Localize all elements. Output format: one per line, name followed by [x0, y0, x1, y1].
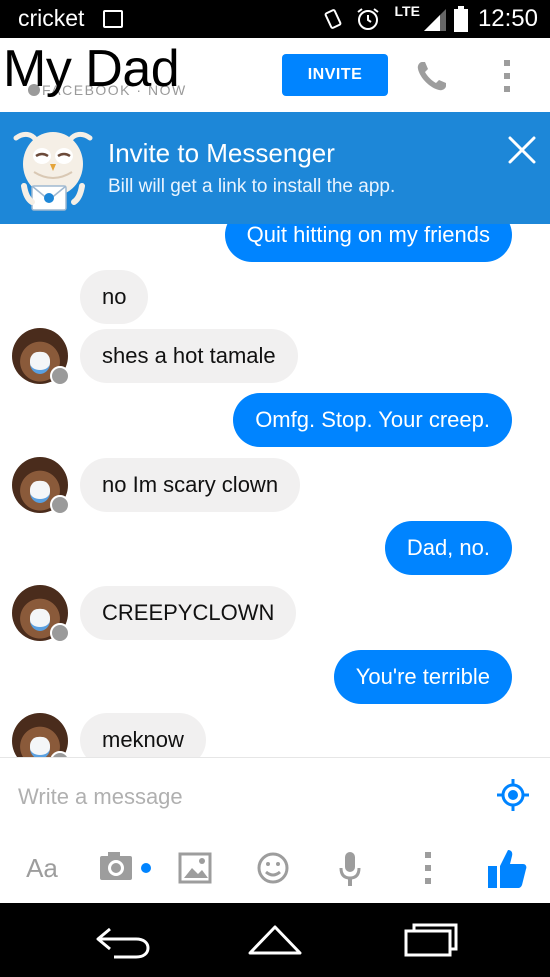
owl-mascot-icon [13, 131, 93, 211]
more-vertical-icon[interactable] [420, 844, 436, 892]
facebook-badge-icon [50, 495, 70, 515]
avatar-face [30, 609, 50, 631]
avatar-face [30, 481, 50, 503]
camera-icon[interactable] [98, 844, 156, 892]
contact-avatar[interactable] [12, 328, 70, 386]
recents-icon[interactable] [396, 917, 466, 963]
location-icon[interactable] [496, 778, 530, 812]
banner-title: Invite to Messenger [108, 138, 335, 168]
status-icons: LTE 12:50 [311, 3, 538, 34]
conversation-header: FACEBOOK · NOW My Dad INVITE [0, 38, 550, 112]
photo-notification-icon [103, 10, 123, 28]
avatar-face [30, 352, 50, 374]
message-bubble-outgoing[interactable]: Omfg. Stop. Your creep. [233, 393, 512, 447]
message-bubble-outgoing[interactable]: Quit hitting on my friends [224, 224, 512, 262]
gallery-icon[interactable] [178, 844, 212, 892]
contact-avatar[interactable] [12, 713, 70, 757]
invite-banner[interactable]: Invite to Messenger Bill will get a link… [0, 112, 550, 224]
invite-button[interactable]: INVITE [282, 54, 388, 96]
message-composer: Aa [0, 757, 550, 903]
microphone-icon[interactable] [338, 844, 362, 892]
message-bubble-incoming[interactable]: no Im scary clown [80, 458, 301, 512]
message-thread[interactable]: Quit hitting on my friends no shes a hot… [0, 224, 550, 757]
home-icon[interactable] [240, 917, 310, 963]
banner-text: Bill will get a link to install the app. [108, 176, 396, 197]
thumbs-up-icon[interactable] [486, 844, 528, 892]
contact-avatar[interactable] [12, 585, 70, 643]
carrier-name: cricket [18, 5, 85, 31]
message-bubble-incoming[interactable]: meknow [80, 713, 206, 757]
alarm-icon [356, 8, 379, 30]
clock: 12:50 [477, 5, 538, 32]
text-format-button[interactable]: Aa [20, 844, 64, 892]
system-navigation-bar [0, 903, 550, 977]
status-bar: cricket LTE 12:50 [0, 0, 550, 38]
facebook-badge-icon [50, 623, 70, 643]
signal-icon [423, 9, 446, 31]
message-bubble-incoming[interactable]: shes a hot tamale [80, 329, 298, 383]
network-type: LTE [394, 3, 420, 19]
contact-avatar[interactable] [12, 457, 70, 515]
message-bubble-outgoing[interactable]: Dad, no. [384, 521, 512, 575]
close-icon[interactable] [506, 134, 538, 166]
more-options-icon[interactable] [497, 56, 517, 96]
phone-icon[interactable] [412, 56, 452, 96]
message-bubble-incoming[interactable]: CREEPYCLOWN [80, 586, 297, 640]
avatar-face [30, 737, 50, 757]
message-input[interactable] [18, 780, 478, 814]
back-icon[interactable] [90, 917, 160, 963]
contact-name[interactable]: My Dad [3, 43, 180, 95]
message-bubble-outgoing[interactable]: You're terrible [333, 650, 512, 704]
facebook-badge-icon [50, 366, 70, 386]
battery-icon [453, 6, 468, 32]
emoji-icon[interactable] [256, 844, 290, 892]
composer-toolbar: Aa [0, 844, 550, 894]
vibrate-icon [324, 9, 341, 29]
message-bubble-incoming[interactable]: no [80, 270, 149, 324]
